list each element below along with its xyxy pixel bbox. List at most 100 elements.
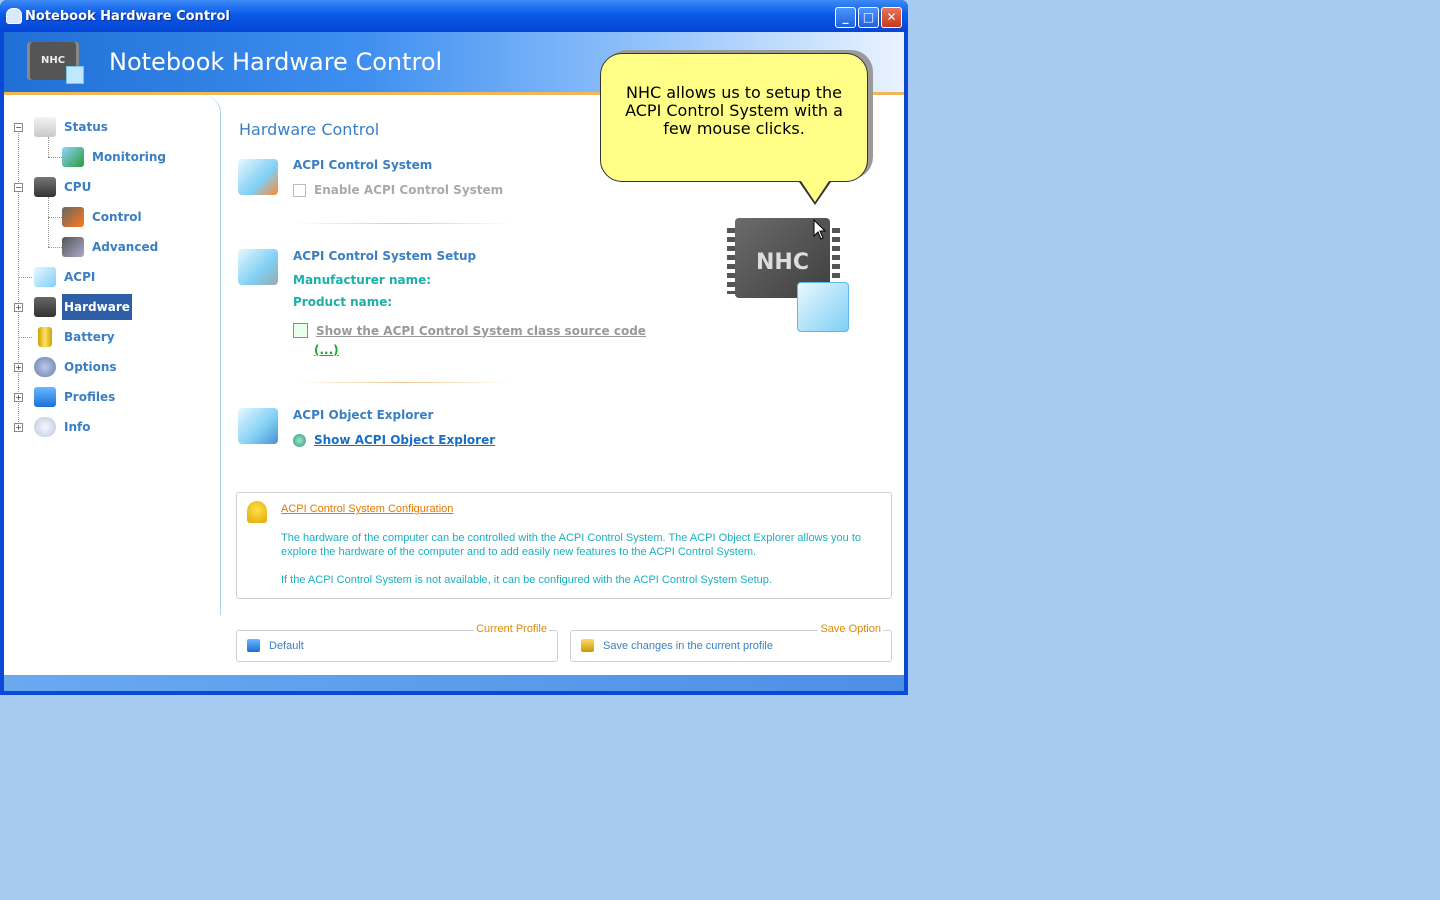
tree-line <box>48 157 62 158</box>
acpi-explorer-heading: ACPI Object Explorer <box>293 408 434 422</box>
enable-acpi-row[interactable]: Enable ACPI Control System <box>293 183 503 197</box>
minimize-button[interactable]: _ <box>835 7 856 28</box>
banner-title: Notebook Hardware Control <box>109 48 443 76</box>
arrow-icon <box>293 433 306 447</box>
show-source-code-link[interactable]: Show the ACPI Control System class sourc… <box>316 324 646 338</box>
close-button[interactable]: ✕ <box>881 7 902 28</box>
collapse-toggle-cpu[interactable]: − <box>14 183 23 192</box>
save-option-legend: Save Option <box>818 623 883 635</box>
ice-cube-icon <box>66 66 84 84</box>
current-profile-value: Default <box>269 640 304 652</box>
show-object-explorer-link[interactable]: Show ACPI Object Explorer <box>314 433 495 447</box>
sidebar-item-advanced[interactable]: Advanced <box>62 234 160 260</box>
window-title: Notebook Hardware Control <box>25 9 230 24</box>
info-title-link[interactable]: ACPI Control System Configuration <box>281 503 453 515</box>
sidebar-item-label: Hardware <box>62 294 132 320</box>
sidebar-item-label: ACPI <box>64 270 96 284</box>
info-text-1: The hardware of the computer can be cont… <box>281 532 862 558</box>
sidebar-item-label: Advanced <box>92 240 159 254</box>
sidebar-item-label: Status <box>64 120 108 134</box>
sidebar-item-control[interactable]: Control <box>62 204 144 230</box>
sidebar-item-label: Control <box>92 210 142 224</box>
acpi-setup-icon <box>238 249 278 285</box>
sidebar-item-label: Battery <box>64 330 115 344</box>
sidebar-item-options[interactable]: Options <box>34 354 119 380</box>
product-name-label: Product name: <box>293 295 393 309</box>
tree-line <box>18 277 32 278</box>
sidebar-item-label: Info <box>64 420 91 434</box>
app-icon <box>6 8 22 24</box>
acpi-control-icon <box>238 159 278 195</box>
info-icon <box>34 417 56 437</box>
sidebar-item-hardware[interactable]: Hardware <box>34 294 132 320</box>
tree-line <box>18 337 32 338</box>
cpu-icon <box>34 177 56 197</box>
current-profile-legend: Current Profile <box>474 623 549 635</box>
code-file-icon <box>293 323 308 338</box>
tree-line <box>48 217 62 218</box>
tree-line <box>18 128 19 428</box>
nhc-logo-text: NHC <box>756 250 809 275</box>
chart-icon <box>62 147 84 167</box>
save-icon <box>581 639 594 652</box>
mouse-cursor-icon <box>813 219 827 240</box>
collapse-toggle-status[interactable]: − <box>14 123 23 132</box>
sidebar-item-label: Monitoring <box>92 150 166 164</box>
sidebar-item-battery[interactable]: Battery <box>34 324 117 350</box>
expand-toggle-info[interactable]: + <box>14 423 23 432</box>
banner-logo-text: NHC <box>40 55 66 66</box>
save-option-box[interactable]: Save Option Save changes in the current … <box>570 623 892 662</box>
maximize-button[interactable]: □ <box>858 7 879 28</box>
page-title: Hardware Control <box>239 120 380 139</box>
expand-toggle-hardware[interactable]: + <box>14 303 23 312</box>
laptop-icon <box>34 117 56 137</box>
title-bar[interactable]: Notebook Hardware Control _ □ ✕ <box>0 0 908 32</box>
nhc-chip-logo-icon: NHC <box>30 42 84 84</box>
gears-icon <box>34 357 56 377</box>
save-option-value: Save changes in the current profile <box>603 640 773 652</box>
callout-text: NHC allows us to setup the ACPI Control … <box>625 83 843 138</box>
ice-cube-icon <box>34 267 56 287</box>
bell-icon <box>247 501 267 523</box>
ice-cube-icon <box>797 282 849 332</box>
sidebar-item-label: Options <box>64 360 117 374</box>
object-explorer-icon <box>238 408 278 444</box>
sidebar-tree: − Status Monitoring − CPU Control Advanc… <box>4 95 221 615</box>
expand-toggle-profiles[interactable]: + <box>14 393 23 402</box>
acpi-control-heading: ACPI Control System <box>293 158 433 172</box>
sidebar-item-acpi[interactable]: ACPI <box>34 264 97 290</box>
sidebar-item-status[interactable]: Status <box>34 114 110 140</box>
sidebar-item-cpu[interactable]: CPU <box>34 174 93 200</box>
separator <box>293 223 513 224</box>
info-text-2: If the ACPI Control System is not availa… <box>281 574 772 586</box>
sidebar-item-profiles[interactable]: Profiles <box>34 384 117 410</box>
more-link-row[interactable]: (...) <box>314 343 339 357</box>
manufacturer-name-label: Manufacturer name: <box>293 273 432 287</box>
callout-tail-fill <box>799 178 831 202</box>
advanced-icon <box>62 237 84 257</box>
battery-icon <box>38 327 52 347</box>
tree-line <box>48 137 49 157</box>
profile-icon <box>247 639 260 652</box>
source-code-link-row[interactable]: Show the ACPI Control System class sourc… <box>293 323 646 338</box>
hardware-icon <box>34 297 56 317</box>
status-bar <box>4 675 904 691</box>
callout-bubble: NHC allows us to setup the ACPI Control … <box>600 53 868 182</box>
acpi-setup-heading: ACPI Control System Setup <box>293 249 477 263</box>
show-explorer-row[interactable]: Show ACPI Object Explorer <box>293 433 495 447</box>
info-panel: ACPI Control System Configuration The ha… <box>236 492 892 599</box>
tree-line <box>48 247 62 248</box>
separator <box>293 382 513 383</box>
more-link[interactable]: (...) <box>314 343 339 357</box>
expand-toggle-options[interactable]: + <box>14 363 23 372</box>
tree-line <box>48 197 49 247</box>
control-icon <box>62 207 84 227</box>
enable-acpi-checkbox[interactable] <box>293 183 306 197</box>
sidebar-item-monitoring[interactable]: Monitoring <box>62 144 168 170</box>
enable-acpi-label: Enable ACPI Control System <box>314 183 504 197</box>
current-profile-box[interactable]: Current Profile Default <box>236 623 558 662</box>
profiles-icon <box>34 387 56 407</box>
sidebar-item-label: Profiles <box>64 390 116 404</box>
sidebar-item-label: CPU <box>64 180 92 194</box>
sidebar-item-info[interactable]: Info <box>34 414 92 440</box>
